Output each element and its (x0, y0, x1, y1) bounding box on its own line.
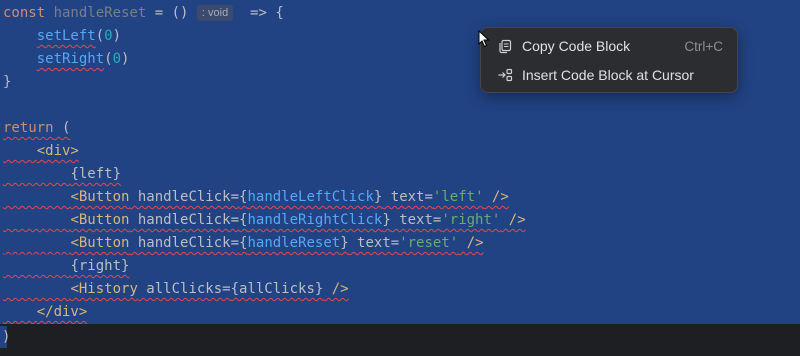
jsx-tag: <Button (70, 189, 130, 205)
jsx-tag-end: /> (483, 189, 509, 205)
paren: ( (53, 120, 71, 136)
function-call: setRight (36, 51, 105, 67)
jsx-attribute: text= (382, 189, 433, 205)
jsx-expression: {allClicks} (230, 281, 324, 297)
code-line-6: return ( (3, 117, 70, 140)
function-name: handleReset (53, 5, 147, 21)
jsx-attribute: text= (348, 235, 400, 251)
jsx-attribute: handleClick= (129, 189, 240, 205)
shortcut-label: Ctrl+C (684, 38, 723, 54)
code-line-10: <Button handleClick={handleRightClick} t… (3, 209, 526, 232)
code-line-8: {left} (3, 163, 121, 186)
code-line-13: <History allClicks={allClicks} /> (3, 278, 349, 301)
jsx-tag-end: /> (458, 235, 484, 251)
function-ref: handleReset (247, 235, 341, 251)
function-call: setLeft (36, 28, 96, 44)
menu-item-insert-code-block[interactable]: Insert Code Block at Cursor (489, 61, 729, 89)
code-line-4: } (3, 71, 11, 94)
code-line-3: setRight(0) (3, 48, 130, 71)
string-literal: 'right' (441, 212, 501, 228)
paren: ) (112, 28, 122, 44)
number-literal: 0 (104, 28, 113, 44)
code-line-11: <Button handleClick={handleReset} text='… (3, 232, 484, 255)
brace: } (3, 74, 12, 90)
code-line-15: ) (2, 329, 11, 345)
jsx-expression: {right} (70, 258, 130, 274)
paren: ( (104, 51, 113, 67)
type-hint-badge: : void (196, 5, 234, 21)
code-line-9: <Button handleClick={handleLeftClick} te… (3, 186, 509, 209)
menu-item-label: Insert Code Block at Cursor (522, 67, 694, 83)
params: () (171, 5, 189, 21)
operator: = (146, 5, 172, 21)
jsx-tag-end: /> (500, 212, 526, 228)
keyword: return (3, 120, 54, 136)
jsx-attribute: handleClick= (129, 235, 240, 251)
paren: ( (95, 28, 105, 44)
jsx-tag-end: /> (323, 281, 349, 297)
context-menu: Copy Code Block Ctrl+C Insert Code Block… (480, 27, 738, 93)
arrow: => { (233, 5, 284, 21)
brace: } (382, 212, 391, 228)
code-line-14: </div> (3, 301, 88, 324)
jsx-attribute: text= (390, 212, 442, 228)
mouse-pointer-icon (478, 30, 490, 48)
code-line-2: setLeft(0) (3, 25, 121, 48)
string-literal: 'left' (432, 189, 484, 205)
jsx-tag: <Button (70, 212, 130, 228)
function-ref: handleRightClick (247, 212, 383, 228)
menu-item-copy-code-block[interactable]: Copy Code Block Ctrl+C (489, 32, 729, 60)
jsx-tag: <div> (36, 143, 79, 159)
jsx-expression: {left} (70, 166, 122, 182)
jsx-tag: <Button (70, 235, 130, 251)
copy-icon (499, 39, 512, 54)
menu-item-label: Copy Code Block (522, 38, 631, 54)
function-ref: handleLeftClick (247, 189, 374, 205)
number-literal: 0 (112, 51, 122, 67)
keyword: const (3, 5, 54, 21)
editor-bottom-area (0, 324, 800, 356)
jsx-tag: <History (70, 281, 138, 297)
code-line-7: <div> (3, 140, 79, 163)
jsx-attribute: handleClick= (129, 212, 240, 228)
code-line-12: {right} (3, 255, 129, 278)
insert-at-cursor-icon (498, 68, 513, 82)
jsx-tag: </div> (36, 304, 88, 320)
code-line-1: const handleReset = () : void => { (3, 2, 284, 25)
string-literal: 'reset' (399, 235, 459, 251)
jsx-attribute: allClicks= (137, 281, 231, 297)
brace: } (340, 235, 349, 251)
paren: ) (121, 51, 130, 67)
